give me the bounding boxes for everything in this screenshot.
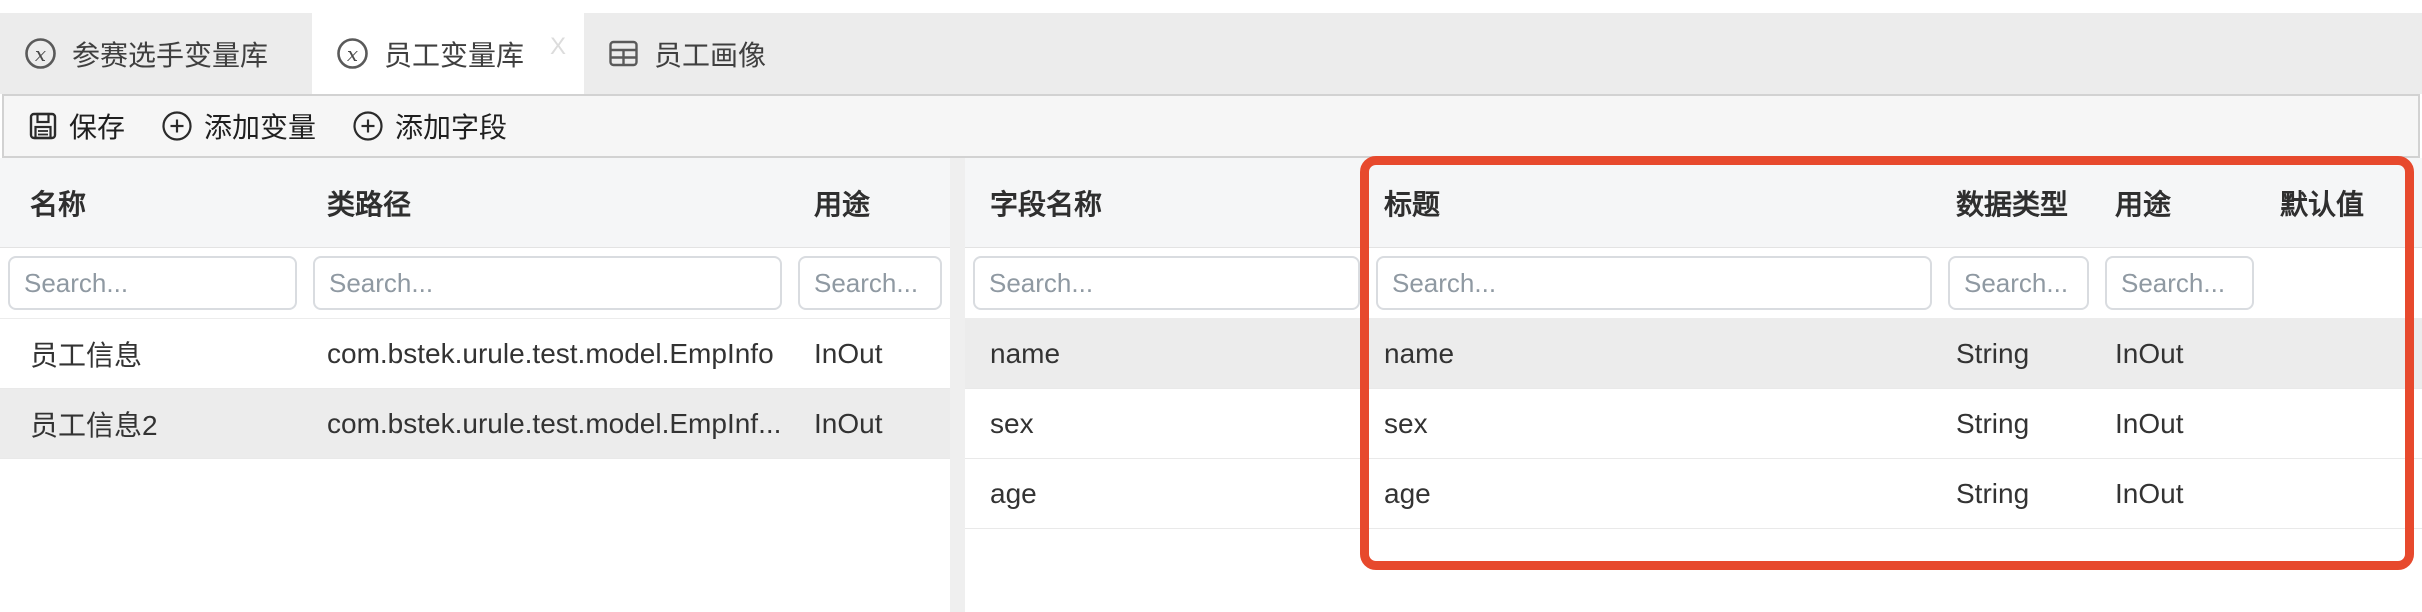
field-table-panel: 字段名称 标题 数据类型 用途 默认值 name name String InO… bbox=[965, 158, 2422, 612]
toolbar: 保存 添加变量 添加字段 bbox=[2, 94, 2420, 158]
variable-circle-x-icon: x bbox=[336, 37, 369, 70]
column-header-data-type: 数据类型 bbox=[1940, 183, 2097, 223]
tab-label: 员工画像 bbox=[654, 34, 766, 74]
column-header-act-type: 用途 bbox=[2097, 183, 2262, 223]
tab-employee-profile[interactable]: 员工画像 bbox=[584, 13, 810, 94]
tab-label: 员工变量库 bbox=[384, 34, 524, 74]
variable-table-filter-row bbox=[0, 248, 950, 319]
column-header-field-name: 字段名称 bbox=[965, 183, 1368, 223]
column-header-class-path: 类路径 bbox=[305, 183, 790, 223]
cell-title: name bbox=[1368, 338, 1940, 370]
cell-act-type: InOut bbox=[2097, 408, 2262, 440]
table-row-variable-empinfo[interactable]: 员工信息 com.bstek.urule.test.model.EmpInfo … bbox=[0, 319, 950, 389]
column-header-default-value: 默认值 bbox=[2262, 183, 2422, 223]
title-search-input[interactable] bbox=[1376, 256, 1932, 310]
cell-name: 员工信息2 bbox=[0, 404, 305, 444]
cell-field-name: name bbox=[965, 338, 1368, 370]
add-variable-label: 添加变量 bbox=[204, 106, 316, 146]
save-button[interactable]: 保存 bbox=[28, 106, 125, 146]
cell-class-path: com.bstek.urule.test.model.EmpInf... bbox=[305, 408, 790, 440]
save-label: 保存 bbox=[69, 106, 125, 146]
cell-act-type: InOut bbox=[2097, 338, 2262, 370]
tab-contestant-variable-library[interactable]: x 参赛选手变量库 bbox=[0, 13, 312, 94]
cell-field-name: age bbox=[965, 478, 1368, 510]
column-header-act-type: 用途 bbox=[790, 183, 950, 223]
field-name-search-input[interactable] bbox=[973, 256, 1360, 310]
tab-close-icon[interactable]: X bbox=[550, 35, 566, 59]
cell-title: age bbox=[1368, 478, 1940, 510]
field-table-filter-row bbox=[965, 248, 2422, 319]
table-grid-icon bbox=[608, 38, 639, 69]
act-type-search-input[interactable] bbox=[798, 256, 942, 310]
cell-field-name: sex bbox=[965, 408, 1368, 440]
data-type-search-input[interactable] bbox=[1948, 256, 2089, 310]
field-act-type-search-input[interactable] bbox=[2105, 256, 2254, 310]
variable-circle-x-icon: x bbox=[24, 37, 57, 70]
svg-text:x: x bbox=[35, 42, 46, 66]
cell-title: sex bbox=[1368, 408, 1940, 440]
class-path-search-input[interactable] bbox=[313, 256, 782, 310]
cell-data-type: String bbox=[1940, 408, 2097, 440]
tab-label: 参赛选手变量库 bbox=[72, 34, 268, 74]
tab-bar: x 参赛选手变量库 x 员工变量库 X bbox=[0, 13, 2422, 94]
table-row-field-name[interactable]: name name String InOut bbox=[965, 319, 2422, 389]
tab-employee-variable-library[interactable]: x 员工变量库 X bbox=[312, 13, 584, 94]
variable-table-header: 名称 类路径 用途 bbox=[0, 158, 950, 248]
plus-circle-icon bbox=[352, 110, 384, 142]
cell-data-type: String bbox=[1940, 338, 2097, 370]
column-header-title: 标题 bbox=[1368, 183, 1940, 223]
cell-class-path: com.bstek.urule.test.model.EmpInfo bbox=[305, 338, 790, 370]
field-table-header: 字段名称 标题 数据类型 用途 默认值 bbox=[965, 158, 2422, 248]
cell-data-type: String bbox=[1940, 478, 2097, 510]
plus-circle-icon bbox=[161, 110, 193, 142]
table-row-variable-empinfo2[interactable]: 员工信息2 com.bstek.urule.test.model.EmpInf.… bbox=[0, 389, 950, 459]
cell-act-type: InOut bbox=[2097, 478, 2262, 510]
column-header-name: 名称 bbox=[0, 183, 305, 223]
add-field-button[interactable]: 添加字段 bbox=[352, 106, 507, 146]
urule-variable-library-page: x 参赛选手变量库 x 员工变量库 X bbox=[0, 0, 2422, 612]
cell-name: 员工信息 bbox=[0, 334, 305, 374]
save-icon bbox=[28, 111, 58, 141]
cell-act-type: InOut bbox=[790, 408, 950, 440]
svg-text:x: x bbox=[347, 42, 358, 66]
variable-table-panel: 名称 类路径 用途 员工信息 com.bstek.urule.test.mode… bbox=[0, 158, 950, 612]
table-row-field-sex[interactable]: sex sex String InOut bbox=[965, 389, 2422, 459]
add-variable-button[interactable]: 添加变量 bbox=[161, 106, 316, 146]
table-row-field-age[interactable]: age age String InOut bbox=[965, 459, 2422, 529]
name-search-input[interactable] bbox=[8, 256, 297, 310]
add-field-label: 添加字段 bbox=[395, 106, 507, 146]
cell-act-type: InOut bbox=[790, 338, 950, 370]
